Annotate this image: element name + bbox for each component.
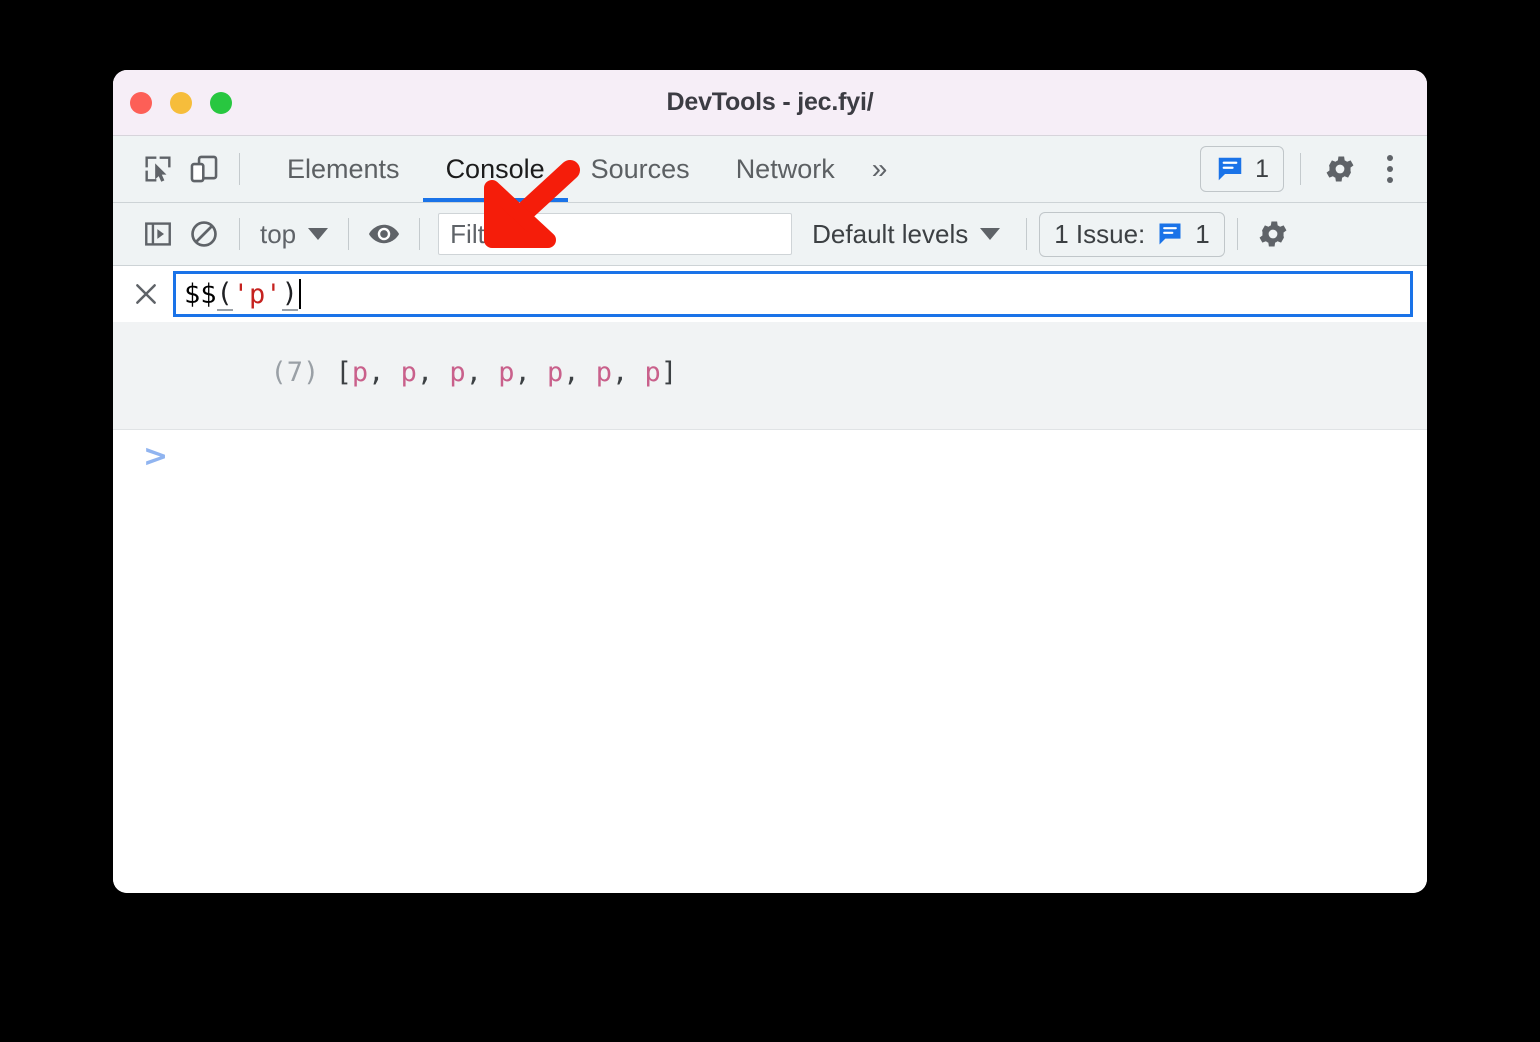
issues-message-icon [1218, 157, 1242, 181]
expression-function: $$ [184, 278, 217, 310]
console-toolbar-divider-5 [1236, 218, 1238, 250]
execution-context-select[interactable]: top [252, 219, 336, 250]
issues-badge-count: 1 [1255, 154, 1269, 183]
console-body: $$('p') (7) [p, p, p, p, p, p, p] > [113, 266, 1427, 893]
result-node[interactable]: p [401, 357, 417, 388]
result-open-bracket: [ [335, 357, 352, 388]
issues-badge-button[interactable]: 1 [1200, 146, 1284, 192]
tabbar-actions-divider [1300, 153, 1301, 185]
eye-icon[interactable] [361, 211, 407, 257]
chevron-down-icon [308, 228, 329, 240]
device-toolbar-icon[interactable] [181, 146, 227, 192]
tabbar-divider [239, 153, 240, 185]
tab-elements[interactable]: Elements [264, 136, 423, 202]
tabbar-actions: 1 [1200, 146, 1413, 192]
prompt-chevron-icon: > [143, 439, 169, 474]
result-separator: , [612, 357, 645, 388]
console-sidebar-icon[interactable] [135, 211, 181, 257]
tab-sources-label: Sources [590, 153, 690, 184]
result-node[interactable]: p [498, 357, 514, 388]
console-toolbar-divider-2 [348, 218, 350, 250]
more-tabs-icon[interactable]: » [858, 153, 902, 185]
window-titlebar: DevTools - jec.fyi/ [113, 70, 1427, 136]
expression-close-paren: ) [281, 277, 298, 311]
result-separator: , [368, 357, 401, 388]
result-node[interactable]: p [596, 357, 612, 388]
expression-open-paren: ( [216, 277, 233, 311]
tab-elements-label: Elements [287, 153, 400, 184]
result-node[interactable]: p [645, 357, 661, 388]
console-result-row[interactable]: (7) [p, p, p, p, p, p, p] [113, 322, 1427, 430]
issues-summary-label: 1 Issue: [1054, 218, 1146, 249]
window-title: DevTools - jec.fyi/ [666, 88, 874, 116]
panel-tabs: Elements Console Sources Network » [264, 136, 901, 202]
execution-context-label: top [260, 218, 297, 249]
devtools-window: DevTools - jec.fyi/ Elements Console Sou… [113, 70, 1427, 893]
expression-string: 'p' [232, 278, 282, 310]
result-node[interactable]: p [547, 357, 563, 388]
more-tabs-label: » [871, 153, 888, 184]
console-toolbar-divider-4 [1026, 218, 1028, 250]
tab-network[interactable]: Network [713, 136, 858, 202]
log-levels-label: Default levels [812, 218, 969, 249]
console-toolbar-divider-1 [239, 218, 240, 250]
gear-icon[interactable] [1250, 211, 1296, 257]
console-expression-row: $$('p') [113, 266, 1427, 322]
clear-console-icon[interactable] [181, 211, 227, 257]
devtools-tabbar: Elements Console Sources Network » 1 [113, 136, 1427, 203]
console-toolbar: top Filter Default levels 1 Issue: 1 [113, 203, 1427, 266]
filter-input[interactable]: Filter [438, 213, 793, 255]
result-separator: , [416, 357, 450, 388]
issues-message-icon [1159, 223, 1181, 245]
result-close-bracket: ] [660, 357, 678, 388]
issues-summary-button[interactable]: 1 Issue: 1 [1039, 211, 1225, 257]
tab-sources[interactable]: Sources [568, 136, 713, 202]
text-cursor [298, 279, 301, 309]
result-node[interactable]: p [449, 357, 465, 388]
tab-console-label: Console [445, 153, 545, 184]
chevron-down-icon [980, 228, 1001, 240]
result-separator: , [465, 357, 499, 388]
filter-placeholder: Filter [450, 218, 508, 249]
log-levels-select[interactable]: Default levels [798, 219, 1014, 250]
tab-console[interactable]: Console [422, 136, 568, 202]
result-separator: , [563, 357, 596, 388]
result-separator: , [514, 357, 547, 388]
inspect-element-icon[interactable] [135, 146, 181, 192]
console-expression-input[interactable]: $$('p') [173, 271, 1413, 317]
tab-network-label: Network [735, 153, 835, 184]
result-count: (7) [270, 357, 320, 388]
console-toolbar-divider-3 [419, 218, 421, 250]
close-icon[interactable] [127, 275, 165, 313]
kebab-menu-icon[interactable] [1367, 146, 1413, 192]
gear-icon[interactable] [1317, 146, 1363, 192]
result-node[interactable]: p [352, 357, 368, 388]
issues-summary-count: 1 [1195, 218, 1210, 249]
console-prompt-row[interactable]: > [113, 430, 1427, 472]
